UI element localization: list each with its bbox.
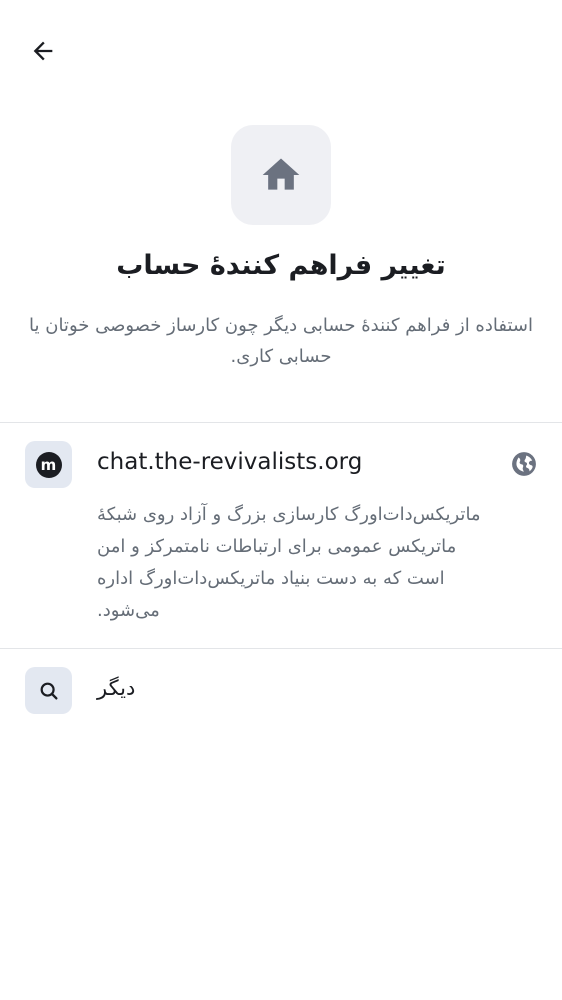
search-icon [40,682,58,700]
arrow-left-icon [33,41,53,61]
matrix-logo-letter: m [35,451,62,478]
change-account-provider-screen: تغییر فراهم کنندهٔ حساب استفاده از فراهم… [0,0,562,1000]
other-label: دیگر [97,676,136,700]
divider [0,648,562,649]
globe-icon [512,452,536,476]
provider-item[interactable]: m chat.the-revivalists.org ماتریکس‌دات‌ا… [0,423,562,648]
search-icon-container [25,667,72,714]
matrix-logo-icon: m [25,441,72,488]
page-title: تغییر فراهم کنندهٔ حساب [116,250,446,281]
provider-description: ماتریکس‌دات‌اورگ کارسازی بزرگ و آزاد روی… [97,504,481,621]
provider-name: chat.the-revivalists.org [97,449,363,475]
page-subtitle: استفاده از فراهم کنندهٔ حسابی دیگر چون ک… [29,315,533,367]
home-icon [262,158,300,190]
back-button[interactable] [22,30,64,72]
other-provider-item[interactable]: دیگر [0,650,562,730]
home-icon-container [231,125,331,225]
